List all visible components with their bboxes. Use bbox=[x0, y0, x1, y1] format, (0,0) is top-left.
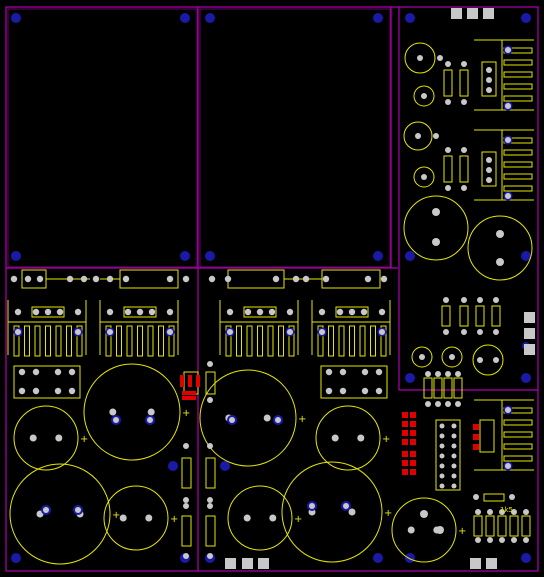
capacitor-via-pad bbox=[73, 505, 83, 515]
transistor-pad bbox=[44, 308, 52, 316]
transistor-pad bbox=[268, 308, 276, 316]
capacitor-pad bbox=[269, 514, 277, 522]
transistor-pad bbox=[124, 308, 132, 316]
capacitor-via-pad bbox=[41, 505, 51, 515]
heatsink-pad bbox=[225, 327, 235, 337]
transistor-pad bbox=[74, 308, 82, 316]
capacitor-via-pad bbox=[227, 415, 237, 425]
transistor-pad bbox=[32, 308, 40, 316]
capacitor-pad bbox=[348, 508, 356, 516]
capacitor-via-pad bbox=[273, 415, 283, 425]
capacitor-polarity-mark: + bbox=[298, 414, 306, 425]
right-heatsink-pad bbox=[503, 45, 513, 55]
capacitor-via-pad bbox=[145, 415, 155, 425]
heatsink-pad bbox=[317, 327, 327, 337]
capacitor-polarity-mark: + bbox=[458, 526, 466, 537]
capacitor-pad bbox=[55, 434, 63, 442]
transistor-pad bbox=[348, 308, 356, 316]
capacitor-pad bbox=[147, 408, 155, 416]
capacitor-pad bbox=[109, 408, 117, 416]
transistor-pad bbox=[336, 308, 344, 316]
transistor-pad bbox=[318, 308, 326, 316]
transistor-pad bbox=[360, 308, 368, 316]
capacitor-pad bbox=[243, 514, 251, 522]
right-heatsink-pad bbox=[503, 135, 513, 145]
capacitor-polarity-mark: + bbox=[294, 514, 302, 525]
transistor-pad bbox=[148, 308, 156, 316]
right-heatsink-pad bbox=[503, 101, 513, 111]
capacitor-pad bbox=[331, 434, 339, 442]
right-heatsink-pad bbox=[503, 405, 513, 415]
heatsink-pad bbox=[377, 327, 387, 337]
right-heatsink-pad bbox=[503, 191, 513, 201]
capacitor-via-pad bbox=[111, 415, 121, 425]
capacitor-polarity-mark: + bbox=[382, 434, 390, 445]
capacitor-pad bbox=[29, 434, 37, 442]
capacitor-pad bbox=[357, 434, 365, 442]
transistor-pad bbox=[106, 308, 114, 316]
transistor-pad bbox=[14, 308, 22, 316]
capacitor-via-pad bbox=[307, 501, 317, 511]
capacitor-pad bbox=[407, 526, 415, 534]
transistor-pad bbox=[226, 308, 234, 316]
heatsink-pad bbox=[73, 327, 83, 337]
heatsink-pad bbox=[285, 327, 295, 337]
transistor-pad bbox=[256, 308, 264, 316]
transistor-pad bbox=[136, 308, 144, 316]
transistor-pad bbox=[286, 308, 294, 316]
capacitor-polarity-mark: + bbox=[384, 508, 392, 519]
right-heatsink-pad bbox=[503, 461, 513, 471]
resistor-value-label: 1k5 bbox=[500, 506, 513, 514]
capacitor-polarity-mark: + bbox=[182, 408, 190, 419]
capacitor-pad bbox=[263, 414, 271, 422]
capacitor-pad bbox=[119, 514, 127, 522]
capacitor-via-pad bbox=[341, 501, 351, 511]
capacitor-polarity-mark: + bbox=[80, 434, 88, 445]
heatsink-pad bbox=[105, 327, 115, 337]
transistor-pad bbox=[244, 308, 252, 316]
capacitor-polarity-mark: + bbox=[112, 510, 120, 521]
pcb-layout: + + + + + + + + + 1k5 bbox=[0, 0, 544, 577]
capacitor-polarity-mark: + bbox=[170, 514, 178, 525]
heatsink-pad bbox=[165, 327, 175, 337]
heatsink-pad bbox=[13, 327, 23, 337]
transistor-pad bbox=[166, 308, 174, 316]
transistor-pad bbox=[56, 308, 64, 316]
transistor-pad bbox=[378, 308, 386, 316]
capacitor-pad bbox=[145, 514, 153, 522]
